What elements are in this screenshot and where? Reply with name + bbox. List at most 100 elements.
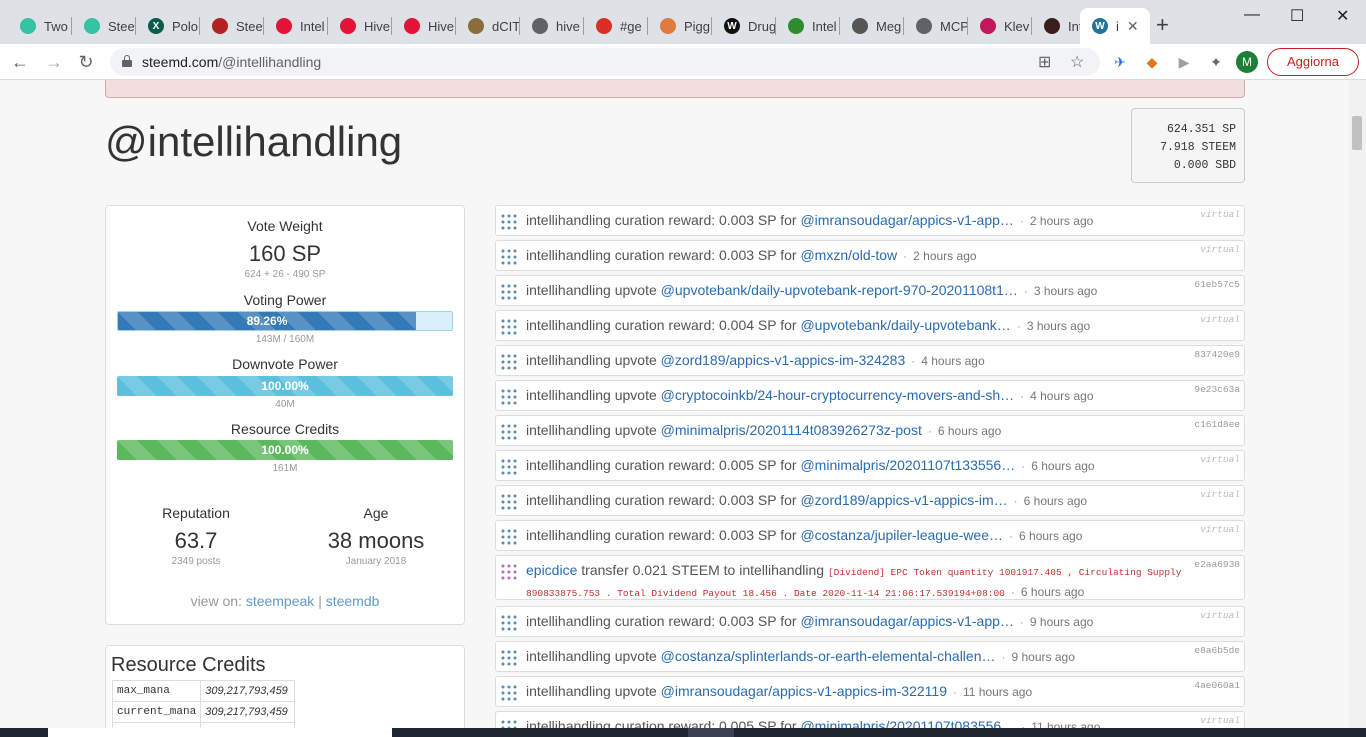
account-link[interactable]: intellihandling <box>526 613 611 629</box>
account-link[interactable]: intellihandling <box>526 387 611 403</box>
tab-active[interactable]: W i ✕ <box>1080 8 1150 44</box>
account-icon[interactable] <box>500 528 518 546</box>
account-icon[interactable] <box>500 719 518 728</box>
account-link[interactable]: intellihandling <box>526 352 611 368</box>
update-button[interactable]: Aggiorna <box>1267 48 1359 76</box>
tx-id[interactable]: 837420e9 <box>1194 349 1240 360</box>
account-link[interactable]: intellihandling <box>526 317 611 333</box>
account-icon[interactable] <box>500 458 518 476</box>
tab[interactable]: Meg <box>840 8 904 44</box>
account-icon[interactable] <box>500 649 518 667</box>
account-link[interactable]: intellihandling <box>526 247 611 263</box>
tx-id[interactable]: e8a6b5de <box>1194 645 1240 656</box>
tab[interactable]: Two <box>8 8 72 44</box>
tx-id[interactable]: virtual <box>1200 209 1240 220</box>
account-link[interactable]: intellihandling <box>526 282 611 298</box>
minimize-icon[interactable]: — <box>1244 6 1260 24</box>
post-link[interactable]: @zord189/appics-v1-appics-im… <box>800 492 1007 508</box>
tab[interactable]: Klev <box>968 8 1032 44</box>
account-link[interactable]: intellihandling <box>526 683 611 699</box>
tx-id[interactable]: virtual <box>1200 610 1240 621</box>
account-icon[interactable] <box>500 353 518 371</box>
tab[interactable]: MCP <box>904 8 968 44</box>
scrollbar[interactable] <box>1349 80 1366 728</box>
extension-plane-icon[interactable]: ✈ <box>1110 52 1130 72</box>
account-link[interactable]: intellihandling <box>526 527 611 543</box>
tab[interactable]: X Polo <box>136 8 200 44</box>
tab[interactable]: Pigg <box>648 8 712 44</box>
account-icon[interactable] <box>500 388 518 406</box>
account-icon[interactable] <box>500 213 518 231</box>
maximize-icon[interactable]: ☐ <box>1290 6 1304 26</box>
translate-icon[interactable]: ⊞ <box>1038 52 1051 72</box>
tab[interactable]: hive <box>520 8 584 44</box>
post-link[interactable]: @imransoudagar/appics-v1-app… <box>800 212 1013 228</box>
account-icon[interactable] <box>500 614 518 632</box>
tx-id[interactable]: 9e23c63a <box>1194 384 1240 395</box>
tx-id[interactable]: virtual <box>1200 244 1240 255</box>
account-icon[interactable] <box>500 684 518 702</box>
post-link[interactable]: @upvotebank/daily-upvotebank-report-970-… <box>661 282 1018 298</box>
post-link[interactable]: @minimalpris/20201107t083556… <box>800 718 1015 728</box>
account-icon[interactable] <box>500 283 518 301</box>
tab[interactable]: Hive <box>392 8 456 44</box>
tab[interactable]: Stee <box>200 8 264 44</box>
tx-id[interactable]: c161d8ee <box>1194 419 1240 430</box>
post-link[interactable]: @minimalpris/20201114t083926273z-post <box>661 422 922 438</box>
tx-id[interactable]: virtual <box>1200 715 1240 726</box>
post-link[interactable]: @costanza/jupiler-league-wee… <box>800 527 1003 543</box>
address-bar[interactable]: steemd.com/@intellihandling ⊞ ☆ <box>110 48 1100 76</box>
taskbar-search[interactable] <box>48 728 392 737</box>
star-icon[interactable]: ☆ <box>1070 52 1084 72</box>
avatar[interactable]: M <box>1236 51 1258 73</box>
post-link[interactable]: @imransoudagar/appics-v1-appics-im-32211… <box>661 683 947 699</box>
tx-id[interactable]: 4ae060a1 <box>1194 680 1240 691</box>
steemdb-link[interactable]: steemdb <box>326 593 380 609</box>
metamask-icon[interactable]: ◆ <box>1142 52 1162 72</box>
tab[interactable]: Stee <box>72 8 136 44</box>
account-link[interactable]: intellihandling <box>526 212 611 228</box>
url-text[interactable]: steemd.com/@intellihandling <box>142 54 321 70</box>
account-link[interactable]: intellihandling <box>526 648 611 664</box>
account-link[interactable]: intellihandling <box>526 718 611 728</box>
account-icon[interactable] <box>500 563 518 581</box>
post-link[interactable]: @mxzn/old-tow <box>800 247 897 263</box>
extensions-puzzle-icon[interactable]: ✦ <box>1206 52 1226 72</box>
account-link[interactable]: epicdice <box>526 562 577 578</box>
post-link[interactable]: @minimalpris/20201107t133556… <box>800 457 1015 473</box>
account-link[interactable]: intellihandling <box>526 422 611 438</box>
tx-id[interactable]: virtual <box>1200 454 1240 465</box>
tab[interactable]: Hive <box>328 8 392 44</box>
tab[interactable]: W Drug <box>712 8 776 44</box>
account-link[interactable]: intellihandling <box>526 457 611 473</box>
reload-icon[interactable]: ↻ <box>74 50 98 74</box>
post-link[interactable]: @imransoudagar/appics-v1-app… <box>800 613 1013 629</box>
forward-icon[interactable]: → <box>42 50 66 74</box>
back-icon[interactable]: ← <box>8 50 32 74</box>
tab[interactable]: Intel <box>264 8 328 44</box>
post-link[interactable]: @costanza/splinterlands-or-earth-element… <box>661 648 996 664</box>
account-icon[interactable] <box>500 493 518 511</box>
tx-id[interactable]: e2aa6938 <box>1194 559 1240 570</box>
account-link[interactable]: intellihandling <box>526 492 611 508</box>
tx-id[interactable]: virtual <box>1200 524 1240 535</box>
plus-icon[interactable]: + <box>1156 14 1169 36</box>
tab[interactable]: #ge <box>584 8 648 44</box>
post-link[interactable]: @upvotebank/daily-upvotebank… <box>800 317 1010 333</box>
scrollbar-thumb[interactable] <box>1352 116 1362 150</box>
account-icon[interactable] <box>500 248 518 266</box>
post-link[interactable]: @zord189/appics-v1-appics-im-324283 <box>661 352 906 368</box>
steempeak-link[interactable]: steempeak <box>246 593 314 609</box>
close-tab-icon[interactable]: ✕ <box>1127 18 1139 35</box>
taskbar-app[interactable] <box>688 728 734 737</box>
tab[interactable]: dCIT <box>456 8 520 44</box>
account-icon[interactable] <box>500 423 518 441</box>
tx-id[interactable]: virtual <box>1200 314 1240 325</box>
extension-flag-icon[interactable]: ▶ <box>1174 52 1194 72</box>
tab[interactable]: Intel <box>776 8 840 44</box>
account-icon[interactable] <box>500 318 518 336</box>
tx-id[interactable]: 61eb57c5 <box>1194 279 1240 290</box>
post-link[interactable]: @cryptocoinkb/24-hour-cryptocurrency-mov… <box>661 387 1014 403</box>
window-close-icon[interactable]: ✕ <box>1336 6 1349 26</box>
tx-id[interactable]: virtual <box>1200 489 1240 500</box>
